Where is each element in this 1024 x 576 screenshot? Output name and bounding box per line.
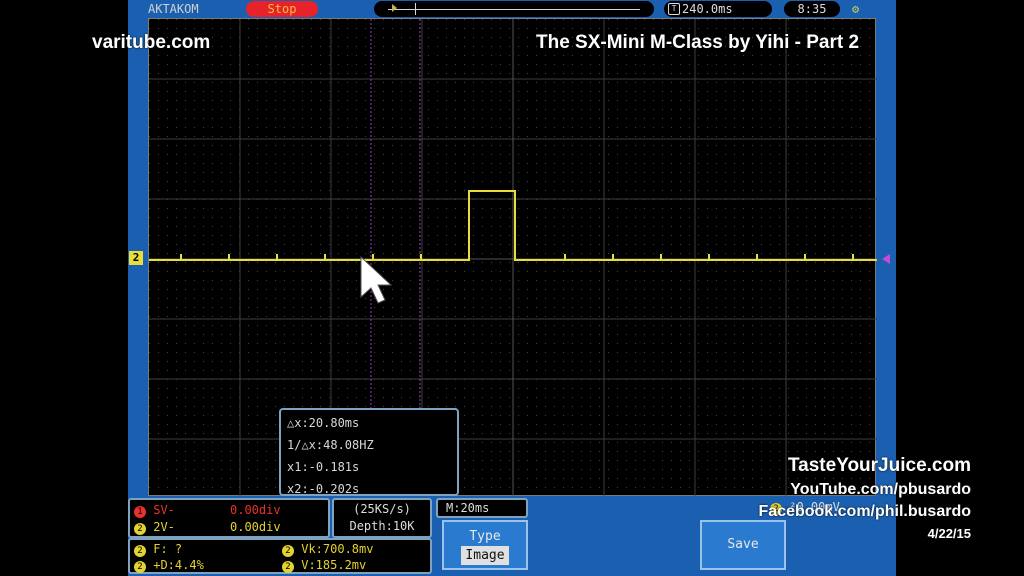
type-value: Image	[461, 546, 509, 565]
cursor-measurement-panel: △x:20.80ms 1/△x:48.08HZ x1:-0.181s x2:-0…	[279, 408, 459, 496]
type-image-button[interactable]: Type Image	[442, 520, 528, 570]
vrms-readout: V:185.2mv	[301, 558, 367, 572]
brand-label: AKTAKOM	[148, 2, 199, 16]
site-watermark: varitube.com	[92, 32, 211, 53]
waveform-canvas	[149, 19, 877, 497]
save-label: Save	[727, 537, 759, 552]
youtube-credit: YouTube.com/pbusardo	[790, 481, 971, 498]
channel-offset-panel: 1 SV- 0.00div 2 2V- 0.00div	[128, 498, 330, 538]
oscilloscope-screen: AKTAKOM Stop T 240.0ms 8:35 ⚙ 2 △x:20.80…	[128, 0, 896, 576]
channel-s-icon: 1	[134, 506, 146, 518]
time-position-readout: T 240.0ms	[664, 1, 772, 17]
sv-label: SV-	[153, 503, 175, 517]
vpk-group: 2 Vk:700.8mv	[282, 541, 373, 557]
memory-position-bar	[374, 1, 654, 17]
duty-readout: +D:4.4%	[153, 558, 204, 572]
channel-2-icon: 2	[282, 545, 294, 557]
x1-readout: x1:-0.181s	[287, 460, 360, 474]
2v-offset-row: 2 2V- 0.00div	[134, 519, 324, 536]
vpk-readout: Vk:700.8mv	[301, 542, 374, 556]
type-label: Type	[469, 529, 501, 544]
sv-value: 0.00div	[230, 503, 281, 517]
channel-2-icon: 2	[282, 561, 294, 573]
trigger-t-icon: T	[668, 3, 680, 15]
save-button[interactable]: Save	[700, 520, 786, 570]
video-date: 4/22/15	[927, 526, 971, 541]
acquisition-panel: (25KS/s) Depth:10K	[332, 498, 432, 538]
delta-x-readout: △x:20.80ms	[287, 416, 360, 430]
frequency-readout: F: ?	[153, 542, 183, 556]
measure-row-2: 2 +D:4.4% 2 V:185.2mv	[134, 557, 426, 573]
channel2-marker[interactable]: 2	[129, 251, 143, 265]
timebase-readout: M:20ms	[446, 501, 490, 515]
run-stop-indicator[interactable]: Stop	[246, 1, 318, 17]
auto-measure-panel: 2 F: ? 2 Vk:700.8mv 2 +D:4.4% 2 V:185.2m…	[128, 538, 432, 574]
sv-offset-row: 1 SV- 0.00div	[134, 502, 324, 519]
channel-2-icon: 2	[134, 561, 146, 573]
channel-2-icon: 2	[134, 545, 146, 557]
vrms-group: 2 V:185.2mv	[282, 557, 366, 573]
trigger-pointer-icon	[392, 4, 397, 12]
timebase-readout-box: M:20ms	[436, 498, 528, 518]
status-bar: AKTAKOM Stop T 240.0ms 8:35 ⚙	[128, 0, 896, 18]
channel-2-icon: 2	[134, 523, 146, 535]
trigger-level-marker[interactable]	[882, 254, 890, 264]
inverse-delta-x-readout: 1/△x:48.08HZ	[287, 438, 374, 452]
2v-label: 2V-	[153, 520, 175, 534]
usb-icon: ⚙	[852, 2, 860, 16]
measure-row-1: 2 F: ? 2 Vk:700.8mv	[134, 541, 426, 557]
2v-value: 0.00div	[230, 520, 281, 534]
facebook-credit: Facebook.com/phil.busardo	[758, 503, 971, 520]
memory-track	[388, 9, 640, 10]
sample-rate-readout: (25KS/s)	[353, 502, 411, 516]
credit-site: TasteYourJuice.com	[787, 455, 971, 476]
memory-depth-readout: Depth:10K	[349, 519, 415, 533]
window-start-mark	[415, 3, 416, 15]
time-position-value: 240.0ms	[682, 2, 733, 16]
video-title: The SX-Mini M-Class by Yihi - Part 2	[536, 32, 860, 53]
clock: 8:35	[784, 1, 840, 17]
waveform-grid	[148, 18, 877, 497]
